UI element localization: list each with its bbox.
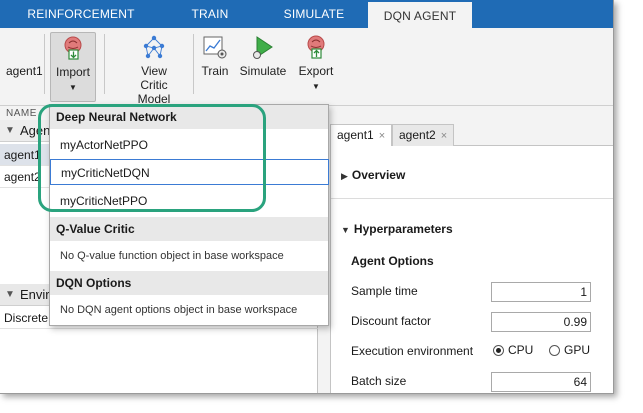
chevron-down-icon: ▼ bbox=[69, 83, 77, 92]
import-button[interactable]: Import ▼ bbox=[50, 32, 96, 102]
collapse-triangle-icon[interactable]: ▼ bbox=[5, 120, 15, 142]
export-button[interactable]: Export ▼ bbox=[296, 34, 336, 94]
import-label: Import bbox=[55, 65, 90, 79]
brain-import-icon bbox=[64, 36, 82, 60]
divider bbox=[193, 34, 194, 94]
menu-item-my-critic-net-dqn[interactable]: myCriticNetDQN bbox=[50, 159, 329, 185]
menu-item-my-critic-net-ppo[interactable]: myCriticNetPPO bbox=[50, 188, 328, 214]
tab-dqn-agent[interactable]: DQN AGENT bbox=[368, 0, 472, 28]
tab-train[interactable]: TRAIN bbox=[185, 0, 235, 28]
cpu-label: CPU bbox=[508, 343, 534, 357]
tab-simulate[interactable]: SIMULATE bbox=[278, 0, 350, 28]
view-critic-label-1: View bbox=[141, 64, 167, 78]
menu-item-my-actor-net-ppo[interactable]: myActorNetPPO bbox=[50, 132, 328, 158]
hyperparameters-label: Hyperparameters bbox=[353, 222, 453, 236]
doc-tab-agent2[interactable]: agent2 × bbox=[392, 124, 455, 146]
export-label: Export bbox=[298, 64, 334, 78]
network-graph-icon bbox=[143, 35, 165, 59]
expand-triangle-icon: ▶ bbox=[341, 171, 348, 181]
brain-export-icon bbox=[307, 35, 325, 59]
q-value-critic-header: Q-Value Critic bbox=[50, 217, 328, 241]
sample-time-label: Sample time bbox=[351, 284, 418, 298]
chevron-down-icon: ▼ bbox=[312, 82, 320, 91]
cpu-radio[interactable]: CPU bbox=[493, 343, 533, 357]
radio-unselected-icon bbox=[549, 345, 560, 356]
agent-name-field[interactable]: agent1 bbox=[6, 64, 43, 78]
collapse-triangle-icon: ▼ bbox=[341, 225, 350, 235]
doc-tab-agent1[interactable]: agent1 × bbox=[330, 124, 393, 147]
train-chart-icon bbox=[203, 36, 227, 59]
simulate-button[interactable]: Simulate bbox=[238, 34, 288, 78]
divider bbox=[331, 198, 613, 199]
view-critic-model-button[interactable]: View Critic Model bbox=[124, 34, 184, 106]
collapse-triangle-icon[interactable]: ▼ bbox=[5, 284, 15, 306]
app-window: REINFORCEMENT LEARNING TRAIN SIMULATE DQ… bbox=[0, 0, 614, 394]
sample-time-field[interactable]: 1 bbox=[491, 282, 591, 302]
doc-tab-label: agent2 bbox=[399, 128, 436, 142]
gpu-radio[interactable]: GPU bbox=[549, 343, 590, 357]
overview-label: Overview bbox=[351, 168, 406, 182]
dqn-options-empty-message: No DQN agent options object in base work… bbox=[60, 304, 298, 316]
q-value-critic-empty-message: No Q-value function object in base works… bbox=[60, 250, 284, 262]
name-section-label: NAME bbox=[6, 108, 37, 119]
simulate-label: Simulate bbox=[239, 64, 287, 78]
agent-options-heading: Agent Options bbox=[351, 254, 434, 268]
tab-reinforcement-learning[interactable]: REINFORCEMENT LEARNING bbox=[6, 0, 156, 49]
hyperparameters-section-toggle[interactable]: ▼ Hyperparameters bbox=[341, 222, 453, 236]
close-icon[interactable]: × bbox=[441, 130, 447, 142]
batch-size-field[interactable]: 64 bbox=[491, 372, 591, 392]
discount-factor-label: Discount factor bbox=[351, 314, 432, 328]
play-icon bbox=[253, 36, 273, 59]
toolstrip-tab-bar: REINFORCEMENT LEARNING TRAIN SIMULATE DQ… bbox=[0, 0, 613, 49]
overview-section-toggle[interactable]: ▶ Overview bbox=[341, 168, 405, 182]
deep-neural-network-header: Deep Neural Network bbox=[50, 105, 328, 129]
toolstrip: agent1 NAME Import ▼ View Critic Model T… bbox=[0, 28, 613, 119]
document-panel: agent1 × agent2 × ▶ Overview ▼ Hyperparamete… bbox=[330, 120, 613, 393]
radio-selected-icon bbox=[493, 345, 504, 356]
execution-environment-label: Execution environment bbox=[351, 344, 474, 358]
divider bbox=[104, 34, 105, 94]
train-label: Train bbox=[201, 64, 229, 78]
view-critic-label-2: Critic Model bbox=[137, 78, 171, 106]
batch-size-label: Batch size bbox=[351, 374, 407, 388]
dqn-options-header: DQN Options bbox=[50, 271, 328, 295]
gpu-label: GPU bbox=[564, 343, 591, 357]
import-dropdown-menu: Deep Neural Network myActorNetPPO myCrit… bbox=[49, 104, 329, 326]
document-tab-bar: agent1 × agent2 × bbox=[330, 124, 613, 147]
close-icon[interactable]: × bbox=[379, 130, 385, 142]
doc-tab-label: agent1 bbox=[337, 128, 374, 142]
train-button[interactable]: Train bbox=[198, 34, 232, 78]
divider bbox=[44, 34, 45, 94]
discount-factor-field[interactable]: 0.99 bbox=[491, 312, 591, 332]
agent-properties: ▶ Overview ▼ Hyperparameters Agent Options… bbox=[330, 146, 613, 393]
